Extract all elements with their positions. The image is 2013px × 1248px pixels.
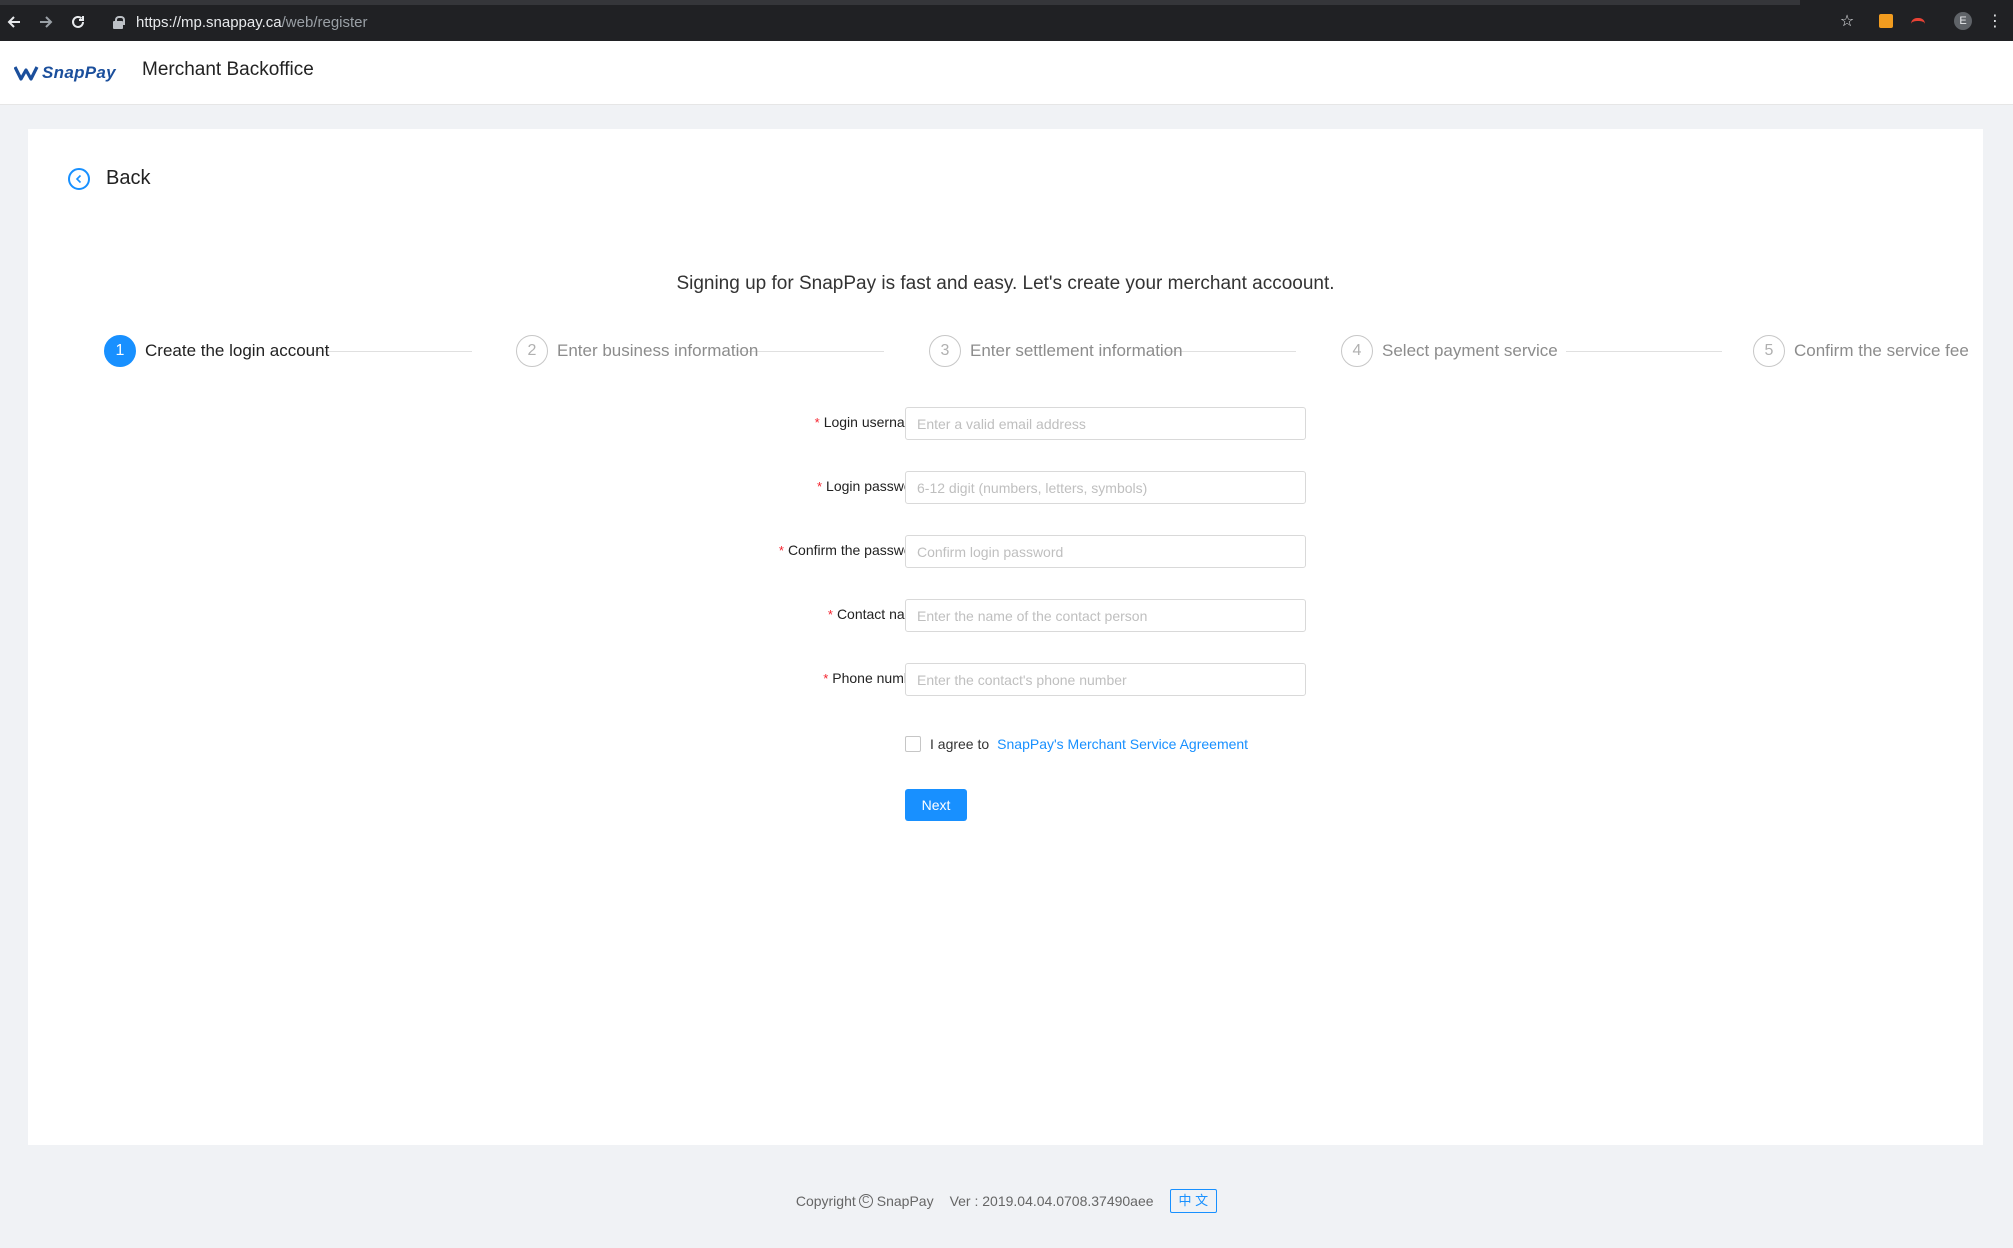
star-icon[interactable]: ☆ bbox=[1838, 12, 1856, 30]
step-connector bbox=[1566, 351, 1722, 352]
url-host: https://mp.snappay.ca bbox=[136, 13, 282, 31]
form-row-password: *Login password: bbox=[28, 471, 1983, 504]
arrow-right-icon[interactable] bbox=[34, 10, 58, 34]
next-button[interactable]: Next bbox=[905, 789, 967, 821]
agreement-link[interactable]: SnapPay's Merchant Service Agreement bbox=[997, 736, 1248, 752]
confirm-password-input[interactable] bbox=[905, 535, 1306, 568]
step-number: 4 bbox=[1341, 335, 1373, 367]
step-3: 3 Enter settlement information bbox=[929, 335, 1183, 367]
step-title: Select payment service bbox=[1382, 341, 1558, 360]
copyright-prefix: Copyright bbox=[795, 1193, 856, 1209]
copyright-owner: SnapPay bbox=[876, 1193, 934, 1209]
step-title: Confirm the service fee bbox=[1794, 341, 1969, 360]
step-4: 4 Select payment service bbox=[1341, 335, 1558, 367]
back-button[interactable]: Back bbox=[68, 167, 150, 190]
form-row-contact-name: *Contact name: bbox=[28, 599, 1983, 632]
required-mark: * bbox=[827, 607, 833, 622]
browser-tab-strip bbox=[0, 0, 1800, 5]
footer: Copyright C SnapPay Ver : 2019.04.04.070… bbox=[0, 1188, 2013, 1214]
step-number: 3 bbox=[929, 335, 961, 367]
step-connector bbox=[314, 351, 472, 352]
contact-name-input[interactable] bbox=[905, 599, 1306, 632]
register-card: Back Signing up for SnapPay is fast and … bbox=[28, 129, 1983, 1145]
version-text: Ver : 2019.04.04.0708.37490aee bbox=[949, 1193, 1154, 1209]
lock-icon bbox=[112, 16, 125, 29]
back-label: Back bbox=[106, 167, 151, 189]
more-vert-icon[interactable]: ⋮ bbox=[1986, 12, 2004, 30]
username-input[interactable] bbox=[905, 407, 1306, 440]
form-row-username: *Login username: bbox=[28, 407, 1983, 440]
intro-text: Signing up for SnapPay is fast and easy.… bbox=[676, 273, 1335, 294]
step-5: 5 Confirm the service fee bbox=[1753, 335, 1969, 367]
step-title: Enter settlement information bbox=[970, 341, 1183, 360]
agreement-row: I agree to SnapPay's Merchant Service Ag… bbox=[905, 734, 1248, 754]
browser-toolbar: https://mp.snappay.ca/web/register ☆ E ⋮ bbox=[0, 0, 2013, 41]
steps-progress: 1 Create the login account 2 Enter busin… bbox=[76, 335, 1969, 369]
password-input[interactable] bbox=[905, 471, 1306, 504]
required-mark: * bbox=[778, 543, 784, 558]
field-label-text: Confirm the password bbox=[787, 542, 925, 558]
copyright: Copyright C SnapPay bbox=[796, 1193, 934, 1209]
step-title: Enter business information bbox=[557, 341, 759, 360]
app-header: SnapPay Merchant Backoffice bbox=[0, 41, 2013, 105]
step-1: 1 Create the login account bbox=[104, 335, 329, 367]
header-title: Merchant Backoffice bbox=[142, 59, 314, 80]
chevron-left-circle-icon bbox=[68, 167, 90, 190]
step-2: 2 Enter business information bbox=[516, 335, 758, 367]
extension-rss-icon[interactable] bbox=[1877, 12, 1895, 30]
profile-initial: E bbox=[1954, 12, 1972, 30]
url-path: /web/register bbox=[281, 13, 368, 31]
agree-checkbox[interactable] bbox=[905, 736, 921, 752]
required-mark: * bbox=[814, 415, 820, 430]
agree-text: I agree to bbox=[930, 736, 990, 752]
step-number: 2 bbox=[516, 335, 548, 367]
address-bar[interactable]: https://mp.snappay.ca/web/register bbox=[112, 9, 368, 35]
extension-icon[interactable] bbox=[1909, 12, 1927, 30]
logo-wordmark: SnapPay bbox=[42, 63, 116, 82]
step-number: 5 bbox=[1753, 335, 1785, 367]
form-row-confirm-password: *Confirm the password: bbox=[28, 535, 1983, 568]
form-row-phone: *Phone number: bbox=[28, 663, 1983, 696]
reload-icon[interactable] bbox=[66, 10, 90, 34]
copyright-icon: C bbox=[858, 1194, 873, 1208]
step-number: 1 bbox=[104, 335, 136, 367]
required-mark: * bbox=[816, 479, 823, 494]
profile-avatar[interactable]: E bbox=[1954, 12, 1972, 30]
snappay-logo-icon bbox=[14, 66, 39, 81]
language-toggle[interactable]: 中 文 bbox=[1169, 1189, 1218, 1213]
phone-input[interactable] bbox=[905, 663, 1306, 696]
step-title: Create the login account bbox=[145, 341, 330, 360]
required-mark: * bbox=[823, 671, 829, 686]
snappay-logo[interactable]: SnapPay bbox=[14, 61, 116, 85]
arrow-left-icon[interactable] bbox=[2, 10, 26, 34]
